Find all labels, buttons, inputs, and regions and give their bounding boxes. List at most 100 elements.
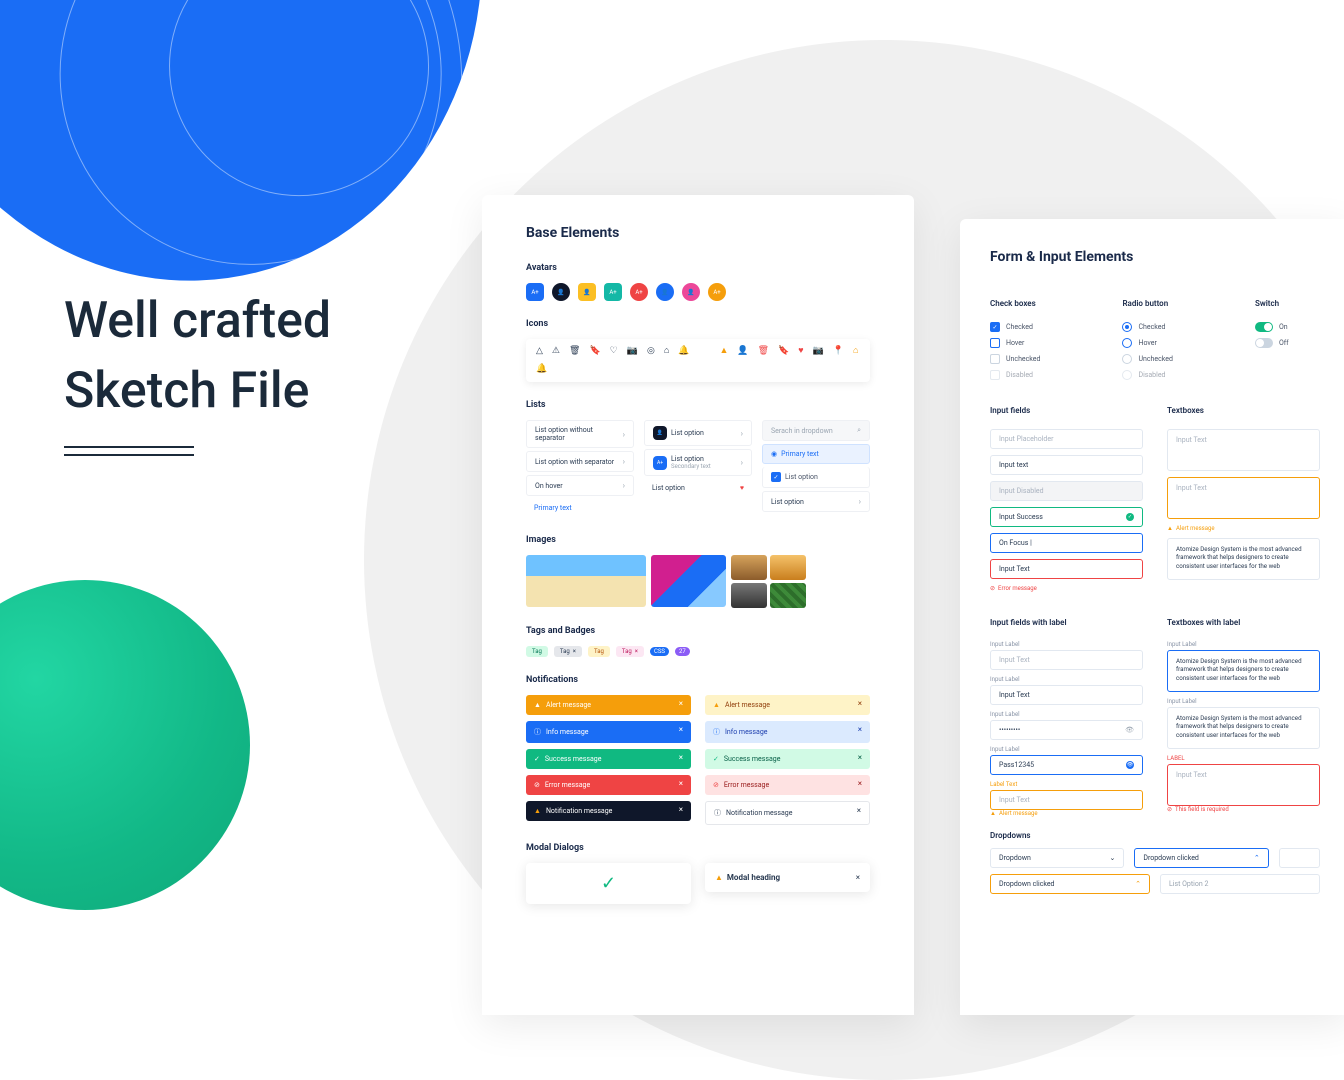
close-icon[interactable]: ×: [679, 805, 683, 814]
input-fields-heading: Input fields: [990, 406, 1143, 415]
list-item[interactable]: List option›: [762, 491, 870, 512]
dropdown[interactable]: Dropdown clicked⌃: [990, 874, 1150, 894]
image-grid: [731, 555, 806, 608]
dropdown-row: Dropdown⌄ Dropdown clicked⌃: [990, 848, 1320, 868]
checkbox-icon: [990, 354, 1000, 364]
radio-heading: Radio button: [1122, 299, 1230, 308]
textarea[interactable]: Atomize Design System is the most advanc…: [1167, 538, 1320, 580]
radio-item[interactable]: Unchecked: [1122, 354, 1230, 364]
warning-icon: ▲: [534, 701, 541, 709]
checkbox-item[interactable]: Unchecked: [990, 354, 1098, 364]
close-icon[interactable]: ×: [858, 699, 862, 708]
badge: CSS: [650, 647, 669, 656]
radio-icon: [1122, 338, 1132, 348]
checkbox-item[interactable]: ✓Checked: [990, 322, 1098, 332]
radio-item[interactable]: Hover: [1122, 338, 1230, 348]
checkbox-item[interactable]: Hover: [990, 338, 1098, 348]
textarea[interactable]: Input Text: [1167, 429, 1320, 471]
notifications-columns: ▲Alert message× ⓘInfo message× ✓Success …: [526, 695, 870, 825]
alert-notification: ▲Alert message×: [705, 695, 870, 715]
dropdown-row: Dropdown clicked⌃ List Option 2: [990, 874, 1320, 894]
blue-blob: [0, 0, 525, 320]
textarea[interactable]: Input Text: [1167, 764, 1320, 806]
eye-icon: 👁: [1125, 726, 1134, 734]
tag[interactable]: Tag×: [616, 646, 644, 657]
text-input: Input Disabled: [990, 481, 1143, 501]
text-input[interactable]: Input Success✓: [990, 507, 1143, 527]
close-icon[interactable]: ×: [858, 779, 862, 788]
modal-title: Modal heading: [727, 873, 780, 882]
tag[interactable]: Tag×: [554, 646, 582, 657]
notification: ⓘNotification message×: [705, 801, 870, 825]
avatar: 👤: [682, 283, 700, 301]
avatars-heading: Avatars: [526, 263, 870, 273]
avatar: A+: [708, 283, 726, 301]
close-icon[interactable]: ×: [857, 806, 861, 815]
close-icon[interactable]: ×: [858, 753, 862, 762]
success-notification: ✓Success message×: [526, 749, 691, 769]
error-icon: ⊘: [534, 781, 540, 789]
warning-icon: ▲: [534, 807, 541, 815]
heart-icon: ♥: [740, 484, 744, 492]
radio-icon: [1122, 354, 1132, 364]
list-item[interactable]: ✓List option: [762, 467, 870, 488]
dropdown[interactable]: Dropdown clicked⌃: [1134, 848, 1268, 868]
dropdown[interactable]: Dropdown⌄: [990, 848, 1124, 868]
close-icon[interactable]: ×: [858, 725, 862, 734]
warning-icon: ▲: [715, 873, 723, 882]
text-input[interactable]: Input text: [990, 455, 1143, 475]
chevron-right-icon: ›: [741, 429, 743, 438]
list-item[interactable]: On hover›: [526, 475, 634, 496]
search-input[interactable]: Serach in dropdown⌕: [762, 420, 870, 441]
list-item[interactable]: 👤List option›: [644, 420, 752, 446]
green-circle: [0, 580, 250, 910]
list-item[interactable]: List option with separator›: [526, 451, 634, 472]
field-label: Input Label: [1167, 641, 1320, 648]
radio-icon: [1122, 370, 1132, 380]
home-icon: ⌂: [664, 347, 669, 356]
chevron-right-icon: ›: [859, 497, 861, 506]
text-input[interactable]: Input Placeholder: [990, 429, 1143, 449]
switch-item[interactable]: Off: [1255, 338, 1320, 348]
close-icon[interactable]: ×: [679, 779, 683, 788]
tags-heading: Tags and Badges: [526, 626, 870, 636]
list-item[interactable]: Primary text: [526, 499, 634, 517]
text-input[interactable]: On Focus |: [990, 533, 1143, 553]
text-input[interactable]: Input Text: [990, 685, 1143, 705]
password-input[interactable]: •••••••••👁: [990, 720, 1143, 740]
close-icon[interactable]: ×: [679, 699, 683, 708]
images-row: [526, 555, 870, 608]
close-icon[interactable]: ×: [679, 725, 683, 734]
list-item[interactable]: A+List optionSecondary text›: [644, 449, 752, 476]
form-elements-panel: Form & Input Elements Check boxes ✓Check…: [960, 219, 1344, 1015]
user-icon: 👤: [737, 347, 748, 356]
chevron-right-icon: ›: [623, 481, 625, 490]
eye-icon[interactable]: 👁: [1126, 761, 1134, 769]
modal-dialogs-heading: Modal Dialogs: [526, 843, 870, 853]
radio-icon: ◉: [771, 450, 777, 458]
textarea[interactable]: Atomize Design System is the most advanc…: [1167, 707, 1320, 749]
error-notification: ⊘Error message×: [526, 775, 691, 795]
list-item[interactable]: List option♥: [644, 479, 752, 497]
password-input[interactable]: Pass12345👁: [990, 755, 1143, 775]
close-icon[interactable]: ×: [856, 873, 860, 882]
switch-item[interactable]: On: [1255, 322, 1320, 332]
input-label-heading: Input fields with label: [990, 618, 1143, 627]
text-input[interactable]: Input Text: [990, 790, 1143, 810]
tag[interactable]: Tag: [526, 646, 548, 657]
list-item[interactable]: List option without separator›: [526, 420, 634, 448]
list-item[interactable]: ◉Primary text: [762, 444, 870, 464]
text-input[interactable]: Input Text: [990, 559, 1143, 579]
dropdown-option[interactable]: List Option 2: [1160, 874, 1320, 894]
textarea[interactable]: Input Text: [1167, 477, 1320, 519]
tag[interactable]: Tag: [588, 646, 610, 657]
close-icon[interactable]: ×: [679, 753, 683, 762]
success-notification: ✓Success message×: [705, 749, 870, 769]
chevron-right-icon: ›: [623, 430, 625, 439]
text-input[interactable]: Input Text: [990, 650, 1143, 670]
radio-item[interactable]: Checked: [1122, 322, 1230, 332]
textarea[interactable]: Atomize Design System is the most advanc…: [1167, 650, 1320, 692]
image-thumbnail: [731, 555, 767, 580]
dropdown[interactable]: [1279, 848, 1320, 868]
warning-icon: ▲: [1167, 525, 1173, 532]
